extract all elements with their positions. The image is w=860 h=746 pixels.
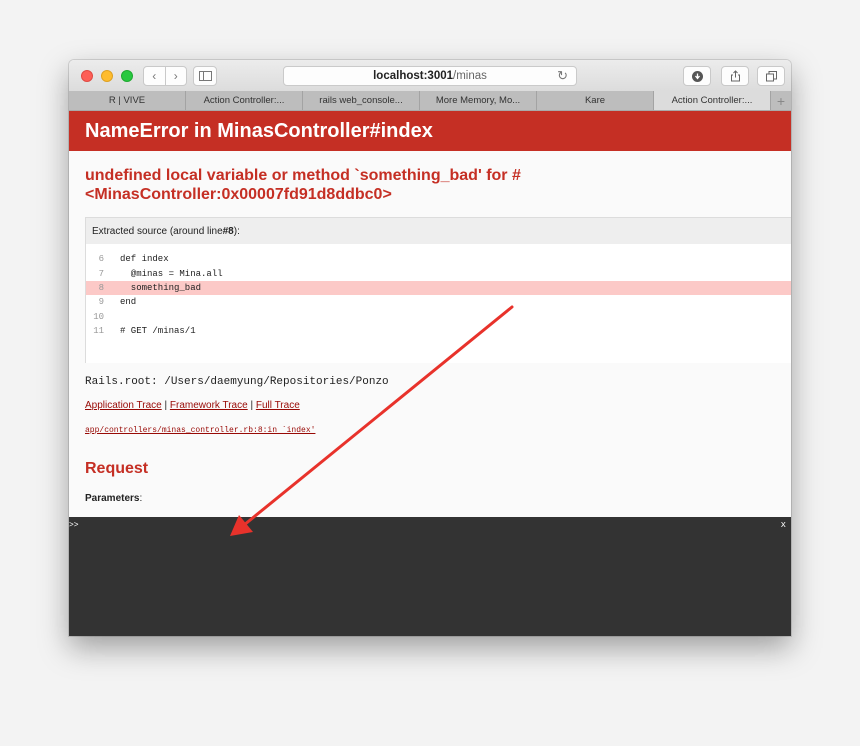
line-number: 7: [98, 268, 104, 279]
line-code: @minas = Mina.all: [120, 268, 223, 279]
parameters-label: Parameters: [85, 493, 140, 504]
web-console[interactable]: >> x: [69, 517, 791, 636]
sidebar-toggle-button[interactable]: [193, 66, 217, 86]
sidebar-icon: [198, 71, 212, 81]
line-number: 8: [98, 282, 104, 293]
console-prompt[interactable]: >>: [69, 521, 79, 530]
tab-5[interactable]: Kare: [537, 91, 654, 110]
trace-path-link[interactable]: app/controllers/minas_controller.rb:8:in…: [85, 426, 315, 435]
forward-icon[interactable]: ›: [164, 67, 187, 85]
source-code: 6 def index 7 @minas = Mina.all 8 somethi…: [86, 244, 791, 363]
application-trace-link[interactable]: Application Trace: [85, 400, 162, 411]
tab-bar: R | VIVE Action Controller:... rails web…: [69, 91, 791, 111]
line-number: 9: [98, 297, 104, 308]
close-window-button[interactable]: [81, 70, 93, 82]
nav-buttons: ‹ ›: [143, 66, 187, 86]
trace-separator: |: [250, 400, 254, 411]
tabs-icon: [765, 70, 777, 81]
parameters-suffix: :: [139, 493, 143, 504]
source-header: Extracted source (around line #8):: [86, 218, 791, 244]
download-icon: [691, 70, 703, 82]
request-heading: Request: [85, 460, 149, 477]
line-code: # GET /minas/1: [120, 326, 196, 337]
error-message: undefined local variable or method `some…: [85, 167, 521, 203]
downloads-button[interactable]: [683, 66, 711, 86]
share-button[interactable]: [721, 66, 749, 86]
tab-3[interactable]: rails web_console...: [303, 91, 420, 110]
browser-window: ‹ › localhost:3001/minas ↻ R | VIVE Acti…: [69, 60, 791, 636]
error-title: NameError in MinasController#index: [69, 111, 791, 151]
line-code: end: [120, 297, 137, 308]
code-line: 7 @minas = Mina.all: [86, 266, 791, 280]
parameters: Parameters:: [85, 493, 142, 504]
framework-trace-link[interactable]: Framework Trace: [170, 400, 248, 411]
code-line: 11 # GET /minas/1: [86, 324, 791, 338]
title-bar: ‹ › localhost:3001/minas ↻: [69, 60, 791, 92]
line-number: 11: [93, 326, 104, 337]
zoom-window-button[interactable]: [121, 70, 133, 82]
code-line: 9 end: [86, 295, 791, 309]
code-line-highlighted: 8 something_bad: [86, 280, 791, 296]
source-header-line: #8: [222, 225, 234, 237]
tabs-overview-button[interactable]: [757, 66, 785, 86]
tab-1[interactable]: R | VIVE: [69, 91, 186, 110]
console-close-icon[interactable]: x: [781, 520, 786, 530]
rails-root: Rails.root: /Users/daemyung/Repositories…: [85, 376, 389, 388]
back-icon[interactable]: ‹: [144, 67, 165, 85]
extracted-source: Extracted source (around line #8): 6 def …: [85, 217, 791, 363]
line-code: def index: [120, 254, 169, 265]
url-host: localhost:3001: [373, 70, 454, 82]
reload-icon[interactable]: ↻: [557, 68, 568, 84]
tab-6-active[interactable]: Action Controller:...: [654, 91, 771, 110]
full-trace-link[interactable]: Full Trace: [256, 400, 300, 411]
share-icon: [730, 70, 740, 82]
address-bar[interactable]: localhost:3001/minas ↻: [283, 66, 577, 86]
line-code: something_bad: [120, 282, 202, 293]
code-line: 6 def index: [86, 252, 791, 266]
minimize-window-button[interactable]: [101, 70, 113, 82]
trace-separator: |: [164, 400, 168, 411]
trace-links: Application Trace | Framework Trace | Fu…: [85, 400, 300, 411]
code-line: 10: [86, 310, 791, 324]
tab-2[interactable]: Action Controller:...: [186, 91, 303, 110]
page-content: NameError in MinasController#index undef…: [69, 111, 791, 517]
line-number: 10: [93, 311, 104, 322]
line-number: 6: [98, 254, 104, 265]
tab-4[interactable]: More Memory, Mo...: [420, 91, 537, 110]
new-tab-button[interactable]: +: [771, 91, 791, 110]
source-header-prefix: Extracted source (around line: [92, 225, 223, 237]
url-path: /minas: [453, 70, 487, 82]
source-header-suffix: ):: [233, 225, 240, 237]
